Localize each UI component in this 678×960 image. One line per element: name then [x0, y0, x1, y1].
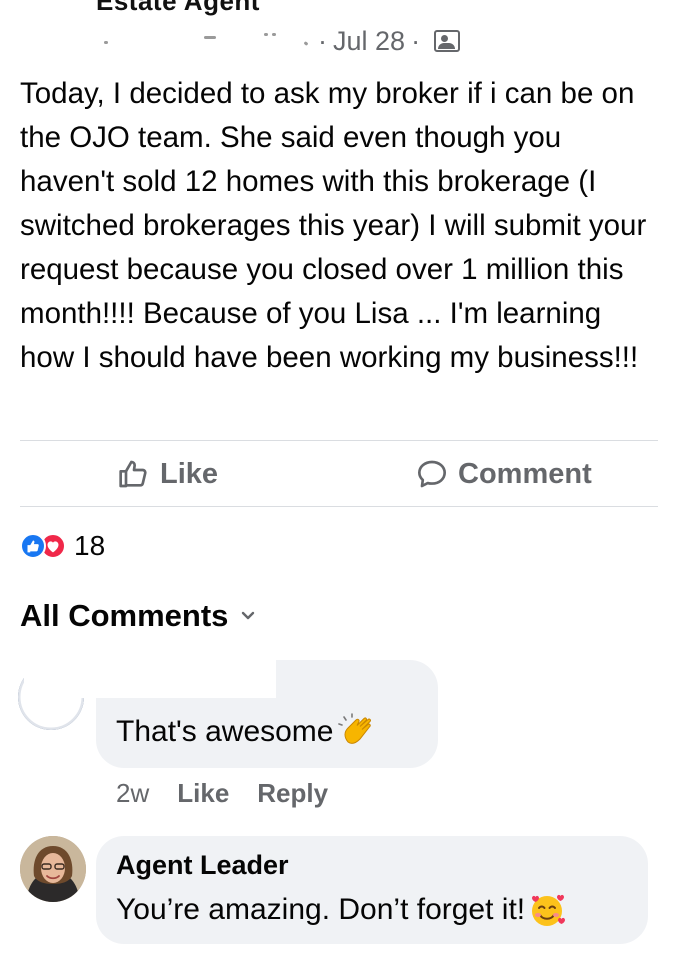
- friends-privacy-icon[interactable]: [434, 30, 461, 52]
- facebook-post-screen: Estate Agent · Jul 28 · Today, I decided…: [0, 0, 678, 960]
- comment-text: That's awesome: [116, 715, 334, 748]
- comment-reply-button[interactable]: Reply: [257, 778, 328, 809]
- comment-actions: 2w Like Reply: [116, 778, 328, 809]
- divider: [20, 506, 658, 507]
- redaction-overlay: [24, 660, 276, 698]
- comment-time[interactable]: 2w: [116, 778, 149, 809]
- comment-author[interactable]: Agent Leader: [116, 850, 289, 880]
- chevron-down-icon: [242, 611, 255, 620]
- divider: [20, 440, 658, 441]
- comments-filter-label: All Comments: [20, 598, 229, 633]
- like-button-label: Like: [160, 457, 219, 490]
- author-title[interactable]: Estate Agent: [96, 0, 260, 17]
- post-meta: · Jul 28 ·: [100, 25, 461, 57]
- reaction-summary[interactable]: 18: [20, 530, 105, 562]
- thumbs-up-icon: [119, 460, 147, 488]
- post-date[interactable]: Jul 28: [333, 26, 405, 57]
- reaction-count: 18: [74, 530, 106, 561]
- like-button[interactable]: Like: [118, 452, 218, 496]
- redacted-author-name: [100, 28, 312, 54]
- meta-separator: ·: [318, 25, 327, 56]
- post-body: Today, I decided to ask my broker if i c…: [20, 77, 647, 374]
- comment-button[interactable]: Comment: [416, 452, 592, 496]
- comment-button-label: Comment: [458, 457, 592, 490]
- comment-bubble-icon: [418, 460, 446, 488]
- like-reaction-icon: [20, 533, 46, 559]
- comment-like-button[interactable]: Like: [177, 778, 229, 809]
- commenter-avatar[interactable]: [20, 836, 86, 902]
- comment-bubble[interactable]: Agent Leader You’re amazing. Don’t forge…: [96, 836, 648, 944]
- smiling-face-with-hearts-icon: [532, 894, 566, 926]
- meta-separator: ·: [411, 25, 421, 56]
- clapping-hands-icon: [337, 713, 371, 744]
- comment-text: You’re amazing. Don’t forget it!: [116, 893, 526, 926]
- comments-filter-dropdown[interactable]: All Comments: [20, 598, 256, 634]
